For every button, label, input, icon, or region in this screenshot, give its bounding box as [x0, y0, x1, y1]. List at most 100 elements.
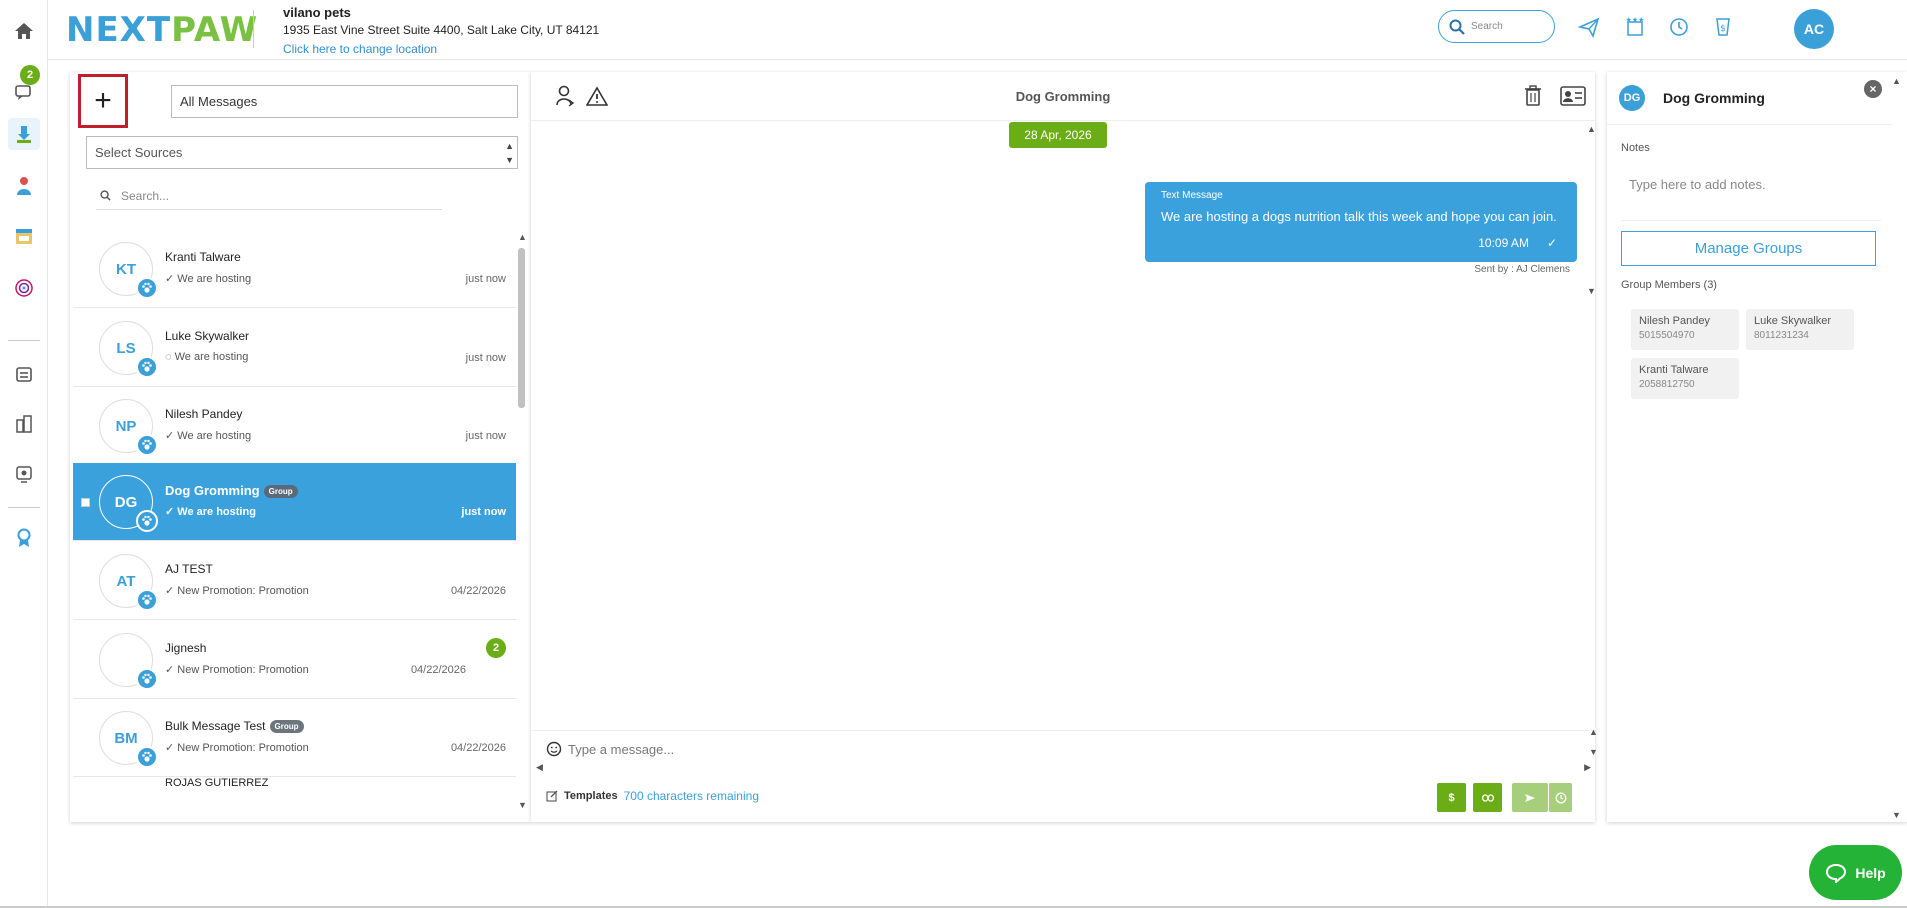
- sources-scroll-arrows[interactable]: ▲ ▼: [505, 139, 514, 167]
- send-button[interactable]: [1512, 783, 1548, 812]
- search-placeholder: Search...: [121, 188, 170, 203]
- business-icon[interactable]: [8, 408, 40, 440]
- conversation-row[interactable]: AT AJ TEST ✓ New Promotion: Promotion 04…: [73, 542, 516, 620]
- trash-icon[interactable]: [1524, 85, 1542, 107]
- scroll-thumb[interactable]: [518, 248, 525, 408]
- composer-scroll-arrows[interactable]: ▲ ▼: [1589, 727, 1598, 757]
- conversation-search-input[interactable]: Search...: [96, 182, 442, 210]
- conversation-row[interactable]: KT Kranti Talware ✓ We are hosting just …: [73, 230, 516, 308]
- reports-icon[interactable]: [8, 458, 40, 490]
- conversation-row[interactable]: LS Luke Skywalker ◌ We are hosting just …: [73, 309, 516, 387]
- new-message-button[interactable]: +: [78, 74, 128, 128]
- templates-row[interactable]: Templates 700 characters remaining: [546, 789, 759, 803]
- sent-by-label: Sent by : AJ Clemens: [1474, 264, 1570, 275]
- message-text: We are hosting a dogs nutrition talk thi…: [1161, 209, 1557, 224]
- member-card[interactable]: Kranti Talware 2058812750: [1631, 358, 1739, 399]
- calendar-icon[interactable]: [8, 220, 40, 252]
- conversation-row-clipped[interactable]: ROJAS GUTIERREZ: [73, 777, 516, 817]
- rail-divider: [8, 340, 40, 341]
- change-location-link[interactable]: Click here to change location: [283, 42, 437, 56]
- message-time: 04/22/2026: [410, 664, 466, 676]
- notes-divider: [1621, 220, 1881, 221]
- conversation-row[interactable]: NP Nilesh Pandey ✓ We are hosting just n…: [73, 387, 516, 465]
- details-scroll-up-arrow[interactable]: ▲: [1892, 76, 1901, 86]
- contact-name: Bulk Message Test Group: [165, 719, 304, 734]
- conversation-row[interactable]: BM Bulk Message Test Group ✓ New Promotio…: [73, 699, 516, 777]
- paw-icon: [136, 668, 158, 690]
- member-phone: 5015504970: [1639, 330, 1695, 341]
- close-icon[interactable]: ×: [1864, 80, 1882, 98]
- schedule-button[interactable]: [1548, 783, 1572, 812]
- search-placeholder: Search: [1471, 21, 1503, 32]
- search-icon: [100, 190, 111, 201]
- help-button[interactable]: Help: [1809, 845, 1902, 900]
- global-search-input[interactable]: Search: [1438, 10, 1555, 43]
- send-icon[interactable]: [1576, 14, 1602, 40]
- chat-scroll-up-arrow[interactable]: ▲: [1587, 124, 1596, 134]
- sources-select[interactable]: Select Sources ▲ ▼: [86, 136, 518, 169]
- nextpaw-logo[interactable]: NEXTPAW: [66, 10, 258, 50]
- notes-input[interactable]: Type here to add notes.: [1629, 177, 1766, 192]
- billing-icon[interactable]: $: [1710, 14, 1736, 40]
- member-name: Kranti Talware: [1639, 364, 1709, 376]
- conversation-row-selected[interactable]: DG Dog Gromming Group ✓ We are hosting ju…: [73, 463, 516, 541]
- message-input[interactable]: Type a message...: [546, 741, 674, 757]
- header-divider: [253, 10, 254, 48]
- message-preview: ◌ We are hosting: [165, 351, 249, 363]
- campaign-icon[interactable]: [8, 272, 40, 304]
- contact-name: Dog Gromming Group: [165, 483, 298, 499]
- chat-bubble-icon: [1826, 863, 1847, 883]
- clock-icon[interactable]: [1666, 14, 1692, 40]
- message-time: just now: [465, 430, 506, 442]
- business-address: 1935 East Vine Street Suite 4400, Salt L…: [283, 23, 600, 37]
- link-button[interactable]: [1473, 783, 1502, 812]
- check-icon: ✓: [165, 430, 175, 442]
- search-icon: [1449, 19, 1465, 35]
- register-icon[interactable]: [8, 358, 40, 390]
- rail-divider: [8, 507, 40, 508]
- member-name: Nilesh Pandey: [1639, 315, 1710, 327]
- contact-name: AJ TEST: [165, 562, 213, 576]
- member-name: Luke Skywalker: [1754, 315, 1832, 327]
- clock-icon: [1555, 792, 1566, 803]
- group-members-label: Group Members (3): [1621, 279, 1717, 291]
- templates-label: Templates: [564, 790, 618, 802]
- svg-text:$: $: [1720, 24, 1726, 34]
- reviews-icon[interactable]: ★★★: [1622, 14, 1648, 40]
- loyalty-icon[interactable]: [8, 522, 40, 554]
- check-icon: ✓: [165, 585, 175, 597]
- message-preview: ✓ New Promotion: Promotion: [165, 742, 309, 754]
- member-phone: 2058812750: [1639, 379, 1695, 390]
- chat-scroll-down-arrow[interactable]: ▼: [1587, 286, 1596, 296]
- customer-icon[interactable]: [8, 170, 40, 202]
- composer-hscroll[interactable]: ◀ ▶: [536, 762, 1591, 772]
- inbox-icon[interactable]: [8, 118, 40, 150]
- message-filter-select[interactable]: All Messages: [171, 85, 518, 118]
- row-checkbox[interactable]: [81, 498, 90, 507]
- check-icon: ✓: [165, 506, 175, 518]
- message-time: 04/22/2026: [450, 742, 506, 754]
- edit-icon: [546, 790, 558, 802]
- message-time: just now: [465, 352, 506, 364]
- member-card[interactable]: Luke Skywalker 8011231234: [1746, 309, 1854, 350]
- member-card[interactable]: Nilesh Pandey 5015504970: [1631, 309, 1739, 350]
- conversation-row[interactable]: Jignesh ✓ New Promotion: Promotion 2 04/…: [73, 621, 516, 699]
- details-scroll-down-arrow[interactable]: ▼: [1892, 810, 1901, 820]
- message-composer: Type a message... ▲ ▼ ◀ ▶ Templates 700 c…: [531, 727, 1598, 820]
- chat-panel: Dog Gromming 28 Apr, 2026 ▲ ▼ Text Messa…: [531, 72, 1598, 822]
- notes-label: Notes: [1621, 142, 1650, 154]
- list-scrollbar[interactable]: ▲ ▼: [517, 232, 527, 812]
- chat-header: Dog Gromming: [531, 72, 1595, 121]
- payment-button[interactable]: $: [1437, 783, 1466, 812]
- contact-card-icon[interactable]: [1560, 86, 1586, 106]
- manage-groups-button[interactable]: Manage Groups: [1621, 231, 1876, 266]
- home-icon[interactable]: [8, 15, 40, 47]
- messages-badge: 2: [20, 65, 40, 85]
- emoji-icon[interactable]: [546, 741, 562, 757]
- paw-icon: [136, 277, 158, 299]
- conversation-list-panel: + All Messages Select Sources ▲ ▼ Search.…: [70, 72, 531, 822]
- left-rail: 2: [0, 0, 48, 908]
- check-icon: ✓: [165, 742, 175, 754]
- message-preview: ✓ We are hosting: [165, 273, 252, 285]
- user-avatar[interactable]: AC: [1794, 9, 1834, 49]
